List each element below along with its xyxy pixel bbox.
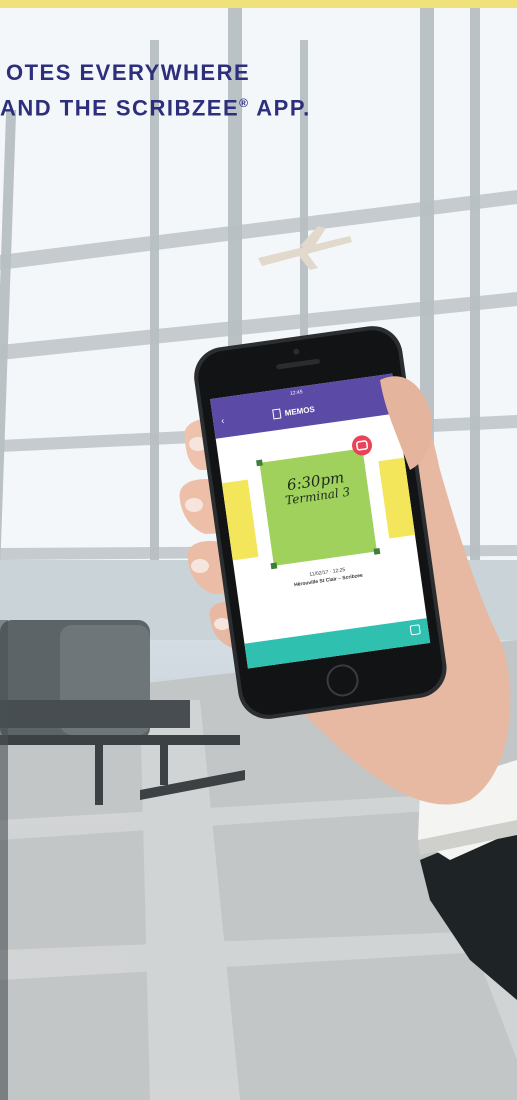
memo-icon [272,408,282,420]
share-icon[interactable] [409,624,421,636]
phone-screen-text: 12:45 ‹ MEMOS 6:30pm Terminal 3 11/02/17… [210,374,430,669]
note-handwriting: 6:30pm Terminal 3 [270,467,363,509]
hand-holding-phone: 12:45 ‹ MEMOS 6:30pm Terminal 3 11/02/17… [0,0,517,1100]
memos-title: MEMOS [272,404,315,420]
back-button[interactable]: ‹ [221,415,225,425]
app-title: MEMOS [284,404,316,418]
status-time: 12:45 [289,389,303,397]
